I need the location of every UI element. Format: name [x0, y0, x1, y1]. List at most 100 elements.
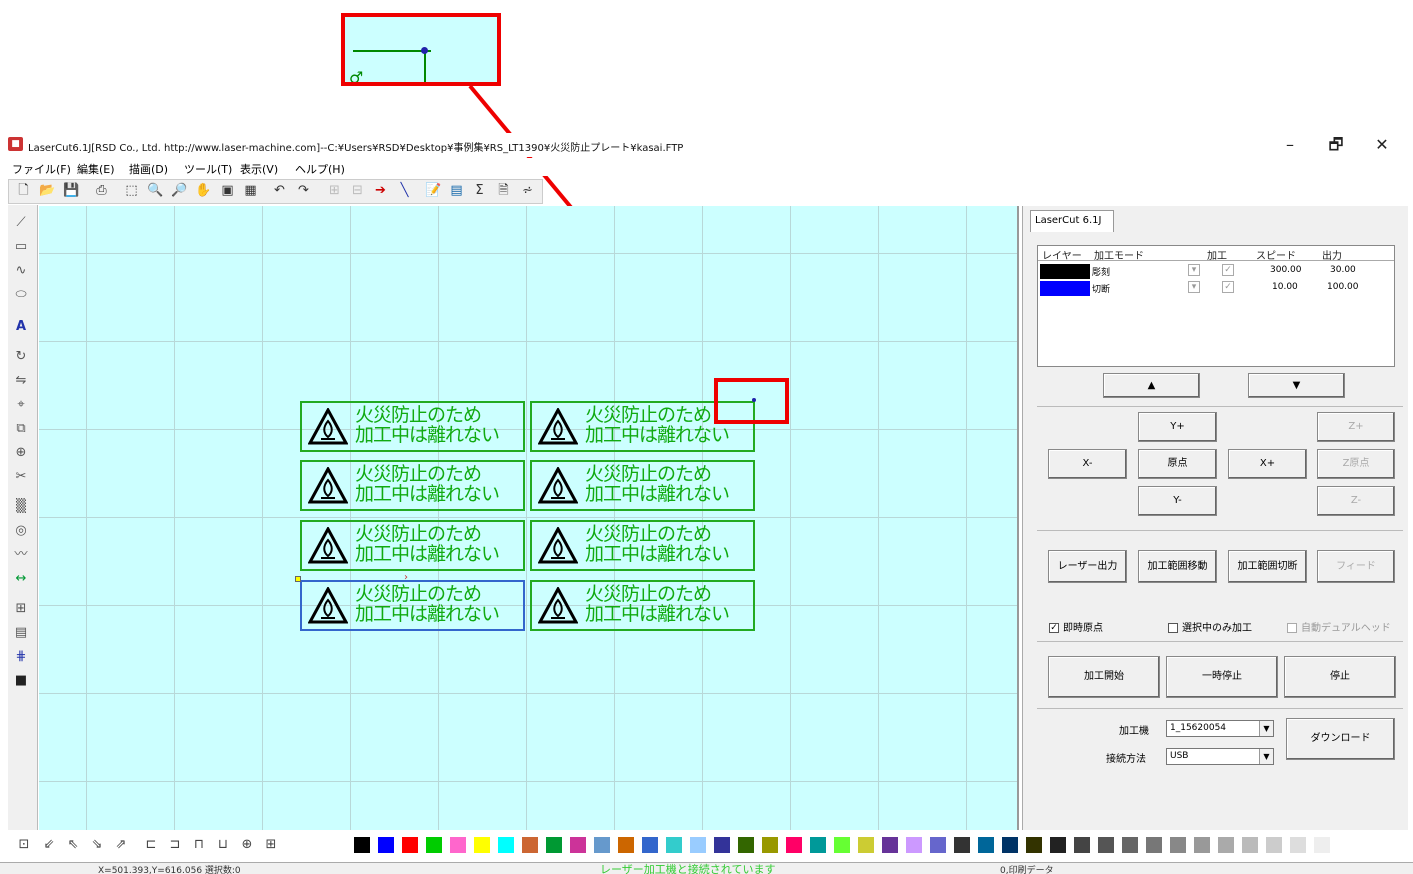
menu-draw[interactable]: 描画(D): [129, 161, 168, 177]
palette-color-swatch[interactable]: [1146, 837, 1162, 853]
palette-color-swatch[interactable]: [618, 837, 634, 853]
distribute-h-icon[interactable]: ⊏: [142, 836, 160, 854]
warning-plate[interactable]: 火災防止のため 加工中は離れない: [300, 520, 525, 571]
link-icon[interactable]: ↔: [12, 570, 30, 588]
palette-color-swatch[interactable]: [426, 837, 442, 853]
view-all-icon[interactable]: ▣: [218, 182, 237, 200]
ungroup-icon[interactable]: ⊟: [348, 182, 367, 200]
weld-icon[interactable]: ⊕: [12, 444, 30, 462]
z-origin-button[interactable]: Z原点: [1317, 449, 1395, 479]
palette-color-swatch[interactable]: [1218, 837, 1234, 853]
line-tool-icon[interactable]: ╲: [395, 182, 414, 200]
palette-color-swatch[interactable]: [378, 837, 394, 853]
snap-icon[interactable]: ⊡: [15, 836, 33, 854]
align-icon[interactable]: ⊞: [12, 600, 30, 618]
palette-color-swatch[interactable]: [1290, 837, 1306, 853]
z-minus-button[interactable]: Z-: [1317, 486, 1395, 516]
palette-color-swatch[interactable]: [738, 837, 754, 853]
palette-color-swatch[interactable]: [666, 837, 682, 853]
smooth-icon[interactable]: 〰: [12, 546, 30, 564]
palette-color-swatch[interactable]: [354, 837, 370, 853]
drawing-canvas[interactable]: [39, 206, 1019, 830]
palette-color-swatch[interactable]: [1242, 837, 1258, 853]
zoom-out-icon[interactable]: 🔎: [170, 182, 189, 200]
palette-color-swatch[interactable]: [1050, 837, 1066, 853]
palette-color-swatch[interactable]: [1002, 837, 1018, 853]
x-plus-button[interactable]: X+: [1228, 449, 1307, 479]
palette-color-swatch[interactable]: [594, 837, 610, 853]
rotate-icon[interactable]: ↻: [12, 348, 30, 366]
palette-color-swatch[interactable]: [762, 837, 778, 853]
menu-file[interactable]: ファイル(F): [12, 161, 71, 177]
y-plus-button[interactable]: Y+: [1138, 412, 1217, 442]
warning-plate[interactable]: 火災防止のため 加工中は離れない: [300, 580, 525, 631]
new-file-icon[interactable]: 🗋: [14, 182, 33, 200]
layer-up-button[interactable]: ▲: [1103, 373, 1200, 398]
align-top-right-icon[interactable]: ⇗: [112, 836, 130, 854]
range-move-button[interactable]: 加工範囲移動: [1138, 550, 1217, 583]
palette-color-swatch[interactable]: [978, 837, 994, 853]
align-top-left-icon[interactable]: ⇖: [64, 836, 82, 854]
layer-mode-dropdown[interactable]: ▾: [1188, 264, 1200, 276]
layer-icon[interactable]: ▤: [447, 182, 466, 200]
fill-pattern-icon[interactable]: ▒: [12, 498, 30, 516]
scissors-icon[interactable]: ✂: [12, 468, 30, 486]
mirror-icon[interactable]: ⇋: [12, 372, 30, 390]
curve-tool-icon[interactable]: ∿: [12, 262, 30, 280]
maximize-button[interactable]: 🗗: [1313, 133, 1359, 157]
x-minus-button[interactable]: X-: [1048, 449, 1127, 479]
palette-color-swatch[interactable]: [906, 837, 922, 853]
fill-black-icon[interactable]: ■: [12, 672, 30, 690]
print-icon[interactable]: ⎙: [92, 182, 111, 200]
layer-color-blue[interactable]: [1040, 281, 1090, 296]
arrow-icon[interactable]: ➔: [371, 182, 390, 200]
minimize-button[interactable]: –: [1267, 133, 1313, 157]
property-icon[interactable]: 📝: [424, 182, 443, 200]
palette-color-swatch[interactable]: [954, 837, 970, 853]
palette-color-swatch[interactable]: [450, 837, 466, 853]
palette-color-swatch[interactable]: [882, 837, 898, 853]
palette-color-swatch[interactable]: [1074, 837, 1090, 853]
palette-color-swatch[interactable]: [642, 837, 658, 853]
menu-tools[interactable]: ツール(T): [184, 161, 232, 177]
palette-color-swatch[interactable]: [810, 837, 826, 853]
palette-color-swatch[interactable]: [786, 837, 802, 853]
auto-dual-head-checkbox[interactable]: 自動デュアルヘッド: [1287, 619, 1391, 634]
menu-edit[interactable]: 編集(E): [77, 161, 115, 177]
selected-only-checkbox[interactable]: 選択中のみ加工: [1168, 619, 1252, 634]
distribute-icon[interactable]: ▤: [12, 624, 30, 642]
layer-color-black[interactable]: [1040, 264, 1090, 279]
palette-color-swatch[interactable]: [930, 837, 946, 853]
offset-icon[interactable]: ◎: [12, 522, 30, 540]
preview-icon[interactable]: 🗎: [494, 182, 513, 200]
close-button[interactable]: ✕: [1359, 133, 1405, 157]
pause-button[interactable]: 一時停止: [1166, 656, 1278, 698]
palette-color-swatch[interactable]: [1026, 837, 1042, 853]
palette-color-swatch[interactable]: [570, 837, 586, 853]
array-icon[interactable]: ⧉: [12, 420, 30, 438]
palette-color-swatch[interactable]: [1314, 837, 1330, 853]
zoom-in-icon[interactable]: 🔍: [146, 182, 165, 200]
stop-button[interactable]: 停止: [1284, 656, 1396, 698]
line-tool-icon[interactable]: ⟋: [12, 214, 30, 232]
warning-plate[interactable]: 火災防止のため 加工中は離れない: [530, 580, 755, 631]
y-minus-button[interactable]: Y-: [1138, 486, 1217, 516]
download-button[interactable]: ダウンロード: [1286, 718, 1395, 760]
group-icon[interactable]: ⊞: [325, 182, 344, 200]
palette-color-swatch[interactable]: [1194, 837, 1210, 853]
layer-process-checkbox[interactable]: ✓: [1222, 264, 1234, 276]
palette-color-swatch[interactable]: [1170, 837, 1186, 853]
redo-icon[interactable]: ↷: [294, 182, 313, 200]
tab-lasercut[interactable]: LaserCut 6.1J: [1030, 210, 1114, 232]
grid-icon[interactable]: ⊕: [238, 836, 256, 854]
layer-mode-dropdown[interactable]: ▾: [1188, 281, 1200, 293]
warning-plate[interactable]: 火災防止のため 加工中は離れない: [530, 520, 755, 571]
sigma-icon[interactable]: Σ: [470, 182, 489, 200]
machine-select[interactable]: 1_15620054 ▼: [1166, 720, 1274, 737]
warning-plate[interactable]: 火災防止のため 加工中は離れない: [300, 401, 525, 452]
grid-array-icon[interactable]: ⋕: [12, 648, 30, 666]
instant-origin-checkbox[interactable]: ✓ 即時原点: [1049, 619, 1103, 634]
same-size-icon[interactable]: ⊓: [190, 836, 208, 854]
feed-button[interactable]: フィード: [1317, 550, 1395, 583]
menu-help[interactable]: ヘルプ(H): [295, 161, 345, 177]
